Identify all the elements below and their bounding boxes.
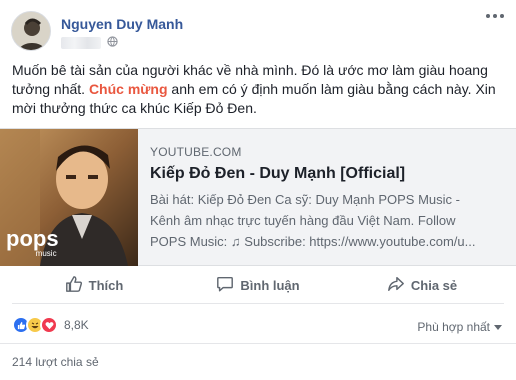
link-preview[interactable]: pops music YOUTUBE.COM Kiếp Đỏ Đen - Duy… (0, 128, 516, 266)
link-body: YOUTUBE.COM Kiếp Đỏ Đen - Duy Mạnh [Offi… (150, 145, 510, 252)
comment-sort-dropdown[interactable]: Phù hợp nhất (417, 320, 502, 334)
comment-icon (216, 275, 234, 296)
comment-button[interactable]: Bình luận (176, 268, 340, 303)
like-button[interactable]: Thích (12, 268, 176, 303)
link-description: Bài hát: Kiếp Đỏ Đen Ca sỹ: Duy Mạnh POP… (150, 189, 510, 252)
caret-down-icon (494, 325, 502, 330)
facebook-post: Nguyen Duy Manh Muốn bê tài sản của ngườ… (0, 0, 516, 380)
share-label: Chia sẻ (410, 278, 458, 293)
post-text-highlight: Chúc mừng (88, 81, 168, 97)
link-desc-line: POPS Music: ♫ Subscribe: https://www.you… (150, 234, 476, 249)
sort-label: Phù hợp nhất (417, 320, 490, 334)
reaction-count: 8,8K (64, 318, 89, 332)
more-horizontal-icon[interactable] (486, 14, 504, 18)
post-text: Muốn bê tài sản của người khác về nhà mì… (12, 61, 506, 118)
share-count[interactable]: 214 lượt chia sẻ (12, 355, 99, 369)
post-actions: Thích Bình luận Chia sẻ (12, 268, 504, 304)
post-meta (61, 34, 118, 52)
link-desc-line: Bài hát: Kiếp Đỏ Đen Ca sỹ: Duy Mạnh POP… (150, 192, 460, 207)
author-name[interactable]: Nguyen Duy Manh (61, 16, 183, 32)
globe-icon[interactable] (107, 34, 118, 52)
link-desc-line: Kênh âm nhạc trực tuyến hàng đầu Việt Na… (150, 213, 456, 228)
reactions-summary[interactable]: 8,8K (12, 316, 89, 334)
link-domain: YOUTUBE.COM (150, 145, 242, 159)
video-thumbnail[interactable]: pops music (0, 129, 138, 266)
comment-label: Bình luận (240, 278, 300, 293)
link-title[interactable]: Kiếp Đỏ Đen - Duy Mạnh [Official] (150, 164, 510, 184)
love-reaction-icon (40, 316, 58, 334)
divider (0, 343, 516, 344)
thumbs-up-icon (65, 275, 83, 296)
pops-logo-text: pops (6, 226, 59, 251)
share-button[interactable]: Chia sẻ (340, 268, 504, 303)
like-label: Thích (88, 278, 124, 293)
author-avatar[interactable] (11, 11, 51, 51)
pops-logo: pops music (6, 226, 59, 259)
share-arrow-icon (387, 275, 405, 296)
timestamp-blurred[interactable] (61, 37, 101, 49)
